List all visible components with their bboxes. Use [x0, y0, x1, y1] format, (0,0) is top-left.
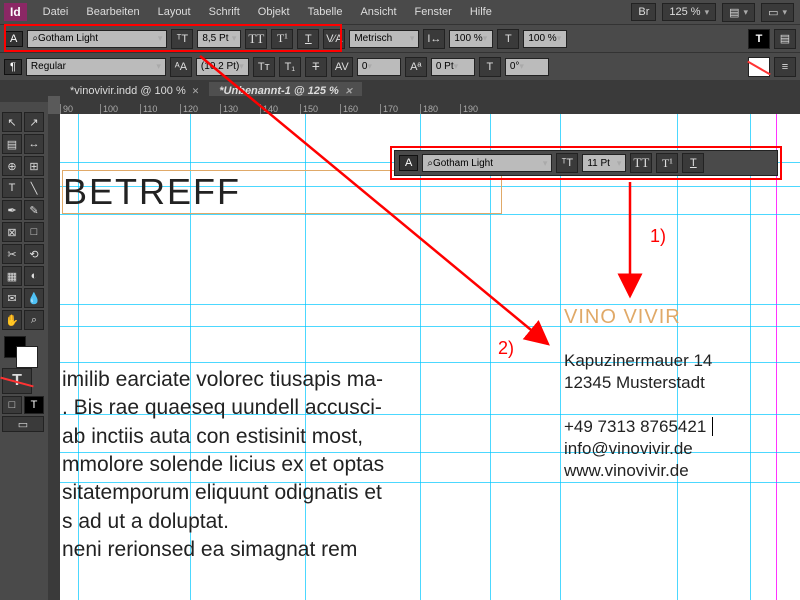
- char-panel-icon[interactable]: ▤: [774, 29, 796, 49]
- stroke-chip[interactable]: [16, 346, 38, 368]
- apply-color-button[interactable]: □: [2, 396, 22, 414]
- note-tool[interactable]: ✉: [2, 288, 22, 308]
- menu-layout[interactable]: Layout: [150, 2, 199, 22]
- superscript-button[interactable]: T¹: [271, 29, 293, 49]
- heading-text: BETREFF: [63, 171, 241, 212]
- menu-datei[interactable]: Datei: [35, 2, 77, 22]
- swatch-none-icon[interactable]: [748, 57, 770, 77]
- font-family-combo[interactable]: ⌕ Gotham Light ▾: [27, 30, 167, 48]
- leading-icon: ᴬA: [170, 57, 192, 77]
- email-text: info@vinovivir.de: [564, 438, 693, 461]
- menu-objekt[interactable]: Objekt: [250, 2, 298, 22]
- floating-char-panel: A ⌕ Gotham Light▾ ᵀT 11 Pt▾ TT T¹ T: [394, 150, 778, 176]
- float-size-combo[interactable]: 11 Pt▾: [582, 154, 626, 172]
- content-placer-tool[interactable]: ⊞: [24, 156, 44, 176]
- tracking-combo[interactable]: 0▾: [357, 58, 401, 76]
- close-icon[interactable]: ✕: [192, 86, 200, 97]
- hscale-icon: I↔: [423, 29, 445, 49]
- char-icon: A: [399, 155, 418, 171]
- float-allcaps-button[interactable]: TT: [630, 153, 652, 173]
- paragraph-mode-icon[interactable]: ¶: [4, 59, 22, 75]
- kerning-combo[interactable]: Metrisch▾: [349, 30, 419, 48]
- menu-fenster[interactable]: Fenster: [407, 2, 460, 22]
- address-line2: 12345 Musterstadt: [564, 372, 705, 395]
- content-tool[interactable]: ⊕: [2, 156, 22, 176]
- type-tool[interactable]: T: [2, 178, 22, 198]
- view-mode-tool[interactable]: ▭: [2, 416, 44, 432]
- gradient-swatch-tool[interactable]: ▦: [2, 266, 22, 286]
- menu-hilfe[interactable]: Hilfe: [462, 2, 500, 22]
- smallcaps-button[interactable]: Tᴛ: [253, 57, 275, 77]
- menu-ansicht[interactable]: Ansicht: [352, 2, 404, 22]
- font-size-icon: ᵀT: [171, 29, 193, 49]
- phone-text: +49 7313 8765421: [564, 416, 713, 439]
- allcaps-button[interactable]: TT: [245, 29, 267, 49]
- apply-black-button[interactable]: T: [24, 396, 44, 414]
- menu-tabelle[interactable]: Tabelle: [300, 2, 351, 22]
- menu-bearbeiten[interactable]: Bearbeiten: [78, 2, 147, 22]
- baseline-icon: Aª: [405, 57, 427, 77]
- strike-button[interactable]: T: [305, 57, 327, 77]
- underline-button[interactable]: T: [297, 29, 319, 49]
- gap-tool[interactable]: ↔: [24, 134, 44, 154]
- baseline-combo[interactable]: 0 Pt▾: [431, 58, 475, 76]
- line-tool[interactable]: ╲: [24, 178, 44, 198]
- annotation-1: 1): [650, 226, 666, 247]
- vscale-combo[interactable]: 100 %▾: [523, 30, 567, 48]
- format-text-chip[interactable]: T: [2, 368, 32, 394]
- rectangle-tool[interactable]: □: [24, 222, 44, 242]
- skew-combo[interactable]: 0°▾: [505, 58, 549, 76]
- close-icon[interactable]: ✕: [345, 86, 353, 97]
- hand-tool[interactable]: ✋: [2, 310, 22, 330]
- control-bar-row2: ¶ Regular▾ ᴬA (10,2 Pt)▾ Tᴛ T₁ T AV 0▾ A…: [0, 52, 800, 80]
- menu-schrift[interactable]: Schrift: [201, 2, 248, 22]
- eyedropper-tool[interactable]: 💧: [24, 288, 44, 308]
- hscale-combo[interactable]: 100 %▾: [449, 30, 493, 48]
- float-underline-button[interactable]: T: [682, 153, 704, 173]
- page-tool[interactable]: ▤: [2, 134, 22, 154]
- zoom-tool[interactable]: ⌕: [24, 310, 44, 330]
- annotation-2: 2): [498, 338, 514, 359]
- menu-bar: Id Datei Bearbeiten Layout Schrift Objek…: [0, 0, 800, 24]
- pen-tool[interactable]: ✒: [2, 200, 22, 220]
- screen-mode-button[interactable]: ▭▾: [761, 3, 794, 22]
- zoom-combo[interactable]: 125 %▾: [662, 3, 716, 21]
- web-text: www.vinovivir.de: [564, 460, 689, 483]
- body-text: imilib earciate volorec tiusapis ma- . B…: [62, 366, 462, 564]
- float-superscript-button[interactable]: T¹: [656, 153, 678, 173]
- company-name: VINO VIVIR: [564, 306, 681, 329]
- char-color-icon[interactable]: T: [748, 29, 770, 49]
- tools-panel: ↖ ↗ ▤ ↔ ⊕ ⊞ T ╲ ✒ ✎ ⊠ □ ✂ ⟲ ▦ ◐ ✉ 💧 ✋ ⌕ …: [0, 110, 48, 434]
- bridge-button[interactable]: Br: [631, 3, 656, 21]
- chevron-down-icon: ▾: [705, 7, 710, 18]
- character-mode-icon[interactable]: A: [4, 31, 23, 47]
- gradient-feather-tool[interactable]: ◐: [24, 266, 44, 286]
- address-line1: Kapuzinermauer 14: [564, 350, 712, 373]
- color-chips[interactable]: [2, 336, 46, 366]
- skew-icon: T: [479, 57, 501, 77]
- app-id-badge: Id: [4, 3, 27, 21]
- tracking-icon: AV: [331, 57, 353, 77]
- scissors-tool[interactable]: ✂: [2, 244, 22, 264]
- subscript-button[interactable]: T₁: [279, 57, 301, 77]
- document-canvas[interactable]: BETREFF imilib earciate volorec tiusapis…: [60, 114, 800, 600]
- direct-selection-tool[interactable]: ↗: [24, 112, 44, 132]
- float-font-combo[interactable]: ⌕ Gotham Light▾: [422, 154, 552, 172]
- font-style-combo[interactable]: Regular▾: [26, 58, 166, 76]
- horizontal-ruler[interactable]: 90 100 110 120 130 140 150 160 170 180 1…: [60, 96, 800, 114]
- vscale-icon: T: [497, 29, 519, 49]
- float-size-icon: ᵀT: [556, 153, 578, 173]
- kerning-icon: V⁄A: [323, 29, 345, 49]
- pencil-tool[interactable]: ✎: [24, 200, 44, 220]
- selection-tool[interactable]: ↖: [2, 112, 22, 132]
- font-size-combo[interactable]: 8,5 Pt▾: [197, 30, 241, 48]
- vertical-ruler[interactable]: [48, 114, 60, 600]
- para-panel-icon[interactable]: ≡: [774, 57, 796, 77]
- control-bar-row1: A ⌕ Gotham Light ▾ ᵀT 8,5 Pt▾ TT T¹ T V⁄…: [0, 24, 800, 52]
- free-transform-tool[interactable]: ⟲: [24, 244, 44, 264]
- view-mode-button[interactable]: ▤▾: [722, 3, 755, 22]
- rectangle-frame-tool[interactable]: ⊠: [2, 222, 22, 242]
- leading-combo[interactable]: (10,2 Pt)▾: [196, 58, 249, 76]
